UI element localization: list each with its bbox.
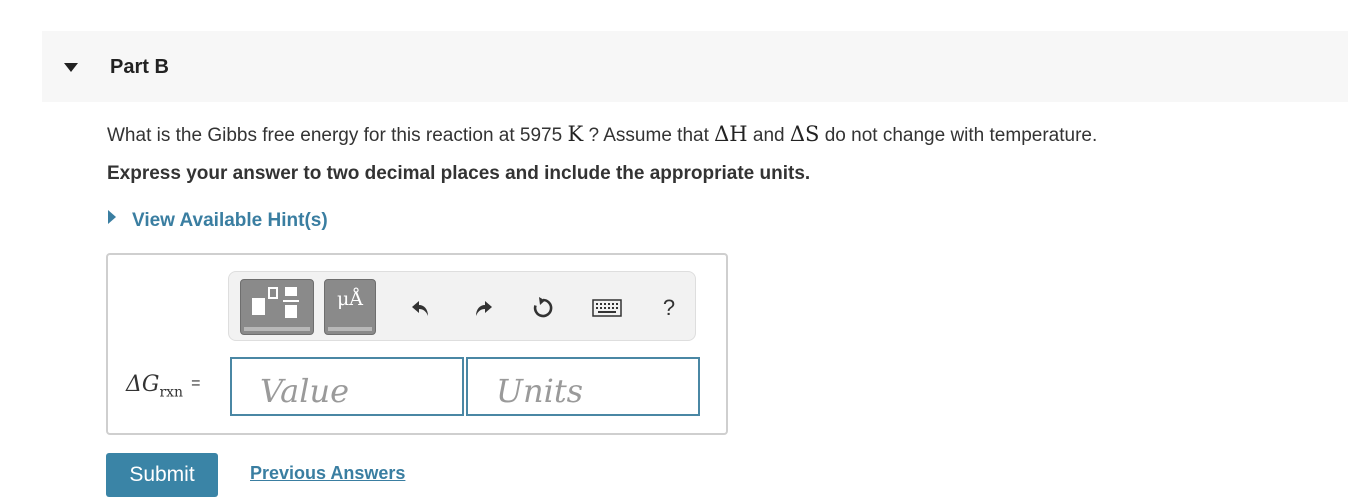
- question-and: and: [752, 125, 785, 146]
- hint-caret-icon[interactable]: [108, 210, 116, 224]
- question-text-before: What is the Gibbs free energy for this r…: [107, 125, 563, 146]
- entropy-symbol: ΔS: [789, 122, 820, 146]
- redo-icon: [476, 301, 492, 316]
- temperature-unit: K: [567, 122, 584, 146]
- question-text-mid: ? Assume that: [588, 125, 709, 146]
- instruction-text: Express your answer to two decimal place…: [107, 163, 811, 184]
- units-input[interactable]: [466, 357, 700, 416]
- question-text-after: do not change with temperature.: [824, 125, 1098, 146]
- enthalpy-symbol: ΔH: [714, 122, 748, 146]
- value-input[interactable]: [230, 357, 464, 416]
- part-header[interactable]: [42, 31, 1348, 102]
- keyboard-icon: [592, 299, 622, 317]
- help-button[interactable]: ?: [655, 294, 683, 322]
- undo-button[interactable]: [407, 294, 435, 322]
- units-icon: μÅ: [336, 288, 364, 310]
- submit-button[interactable]: Submit: [106, 453, 218, 497]
- redo-button[interactable]: [469, 294, 497, 322]
- part-title: Part B: [110, 56, 169, 78]
- question-text: What is the Gibbs free energy for this r…: [107, 122, 1097, 147]
- equals-sign: =: [191, 375, 201, 392]
- collapse-caret-icon[interactable]: [64, 63, 78, 72]
- keyboard-button[interactable]: [591, 294, 623, 322]
- view-hints-link[interactable]: View Available Hint(s): [132, 210, 328, 232]
- undo-icon: [412, 301, 428, 316]
- delta-g-label: ΔGrxn =: [126, 372, 200, 400]
- templates-button[interactable]: [240, 279, 314, 335]
- delta-g-symbol: ΔG: [126, 372, 160, 397]
- help-icon: ?: [662, 295, 676, 320]
- units-button[interactable]: μÅ: [324, 279, 376, 335]
- reset-button[interactable]: [529, 294, 557, 322]
- previous-answers-link[interactable]: Previous Answers: [250, 463, 405, 484]
- reset-icon: [533, 297, 553, 318]
- delta-g-subscript: rxn: [159, 384, 184, 401]
- math-toolbar: μÅ ?: [228, 271, 696, 341]
